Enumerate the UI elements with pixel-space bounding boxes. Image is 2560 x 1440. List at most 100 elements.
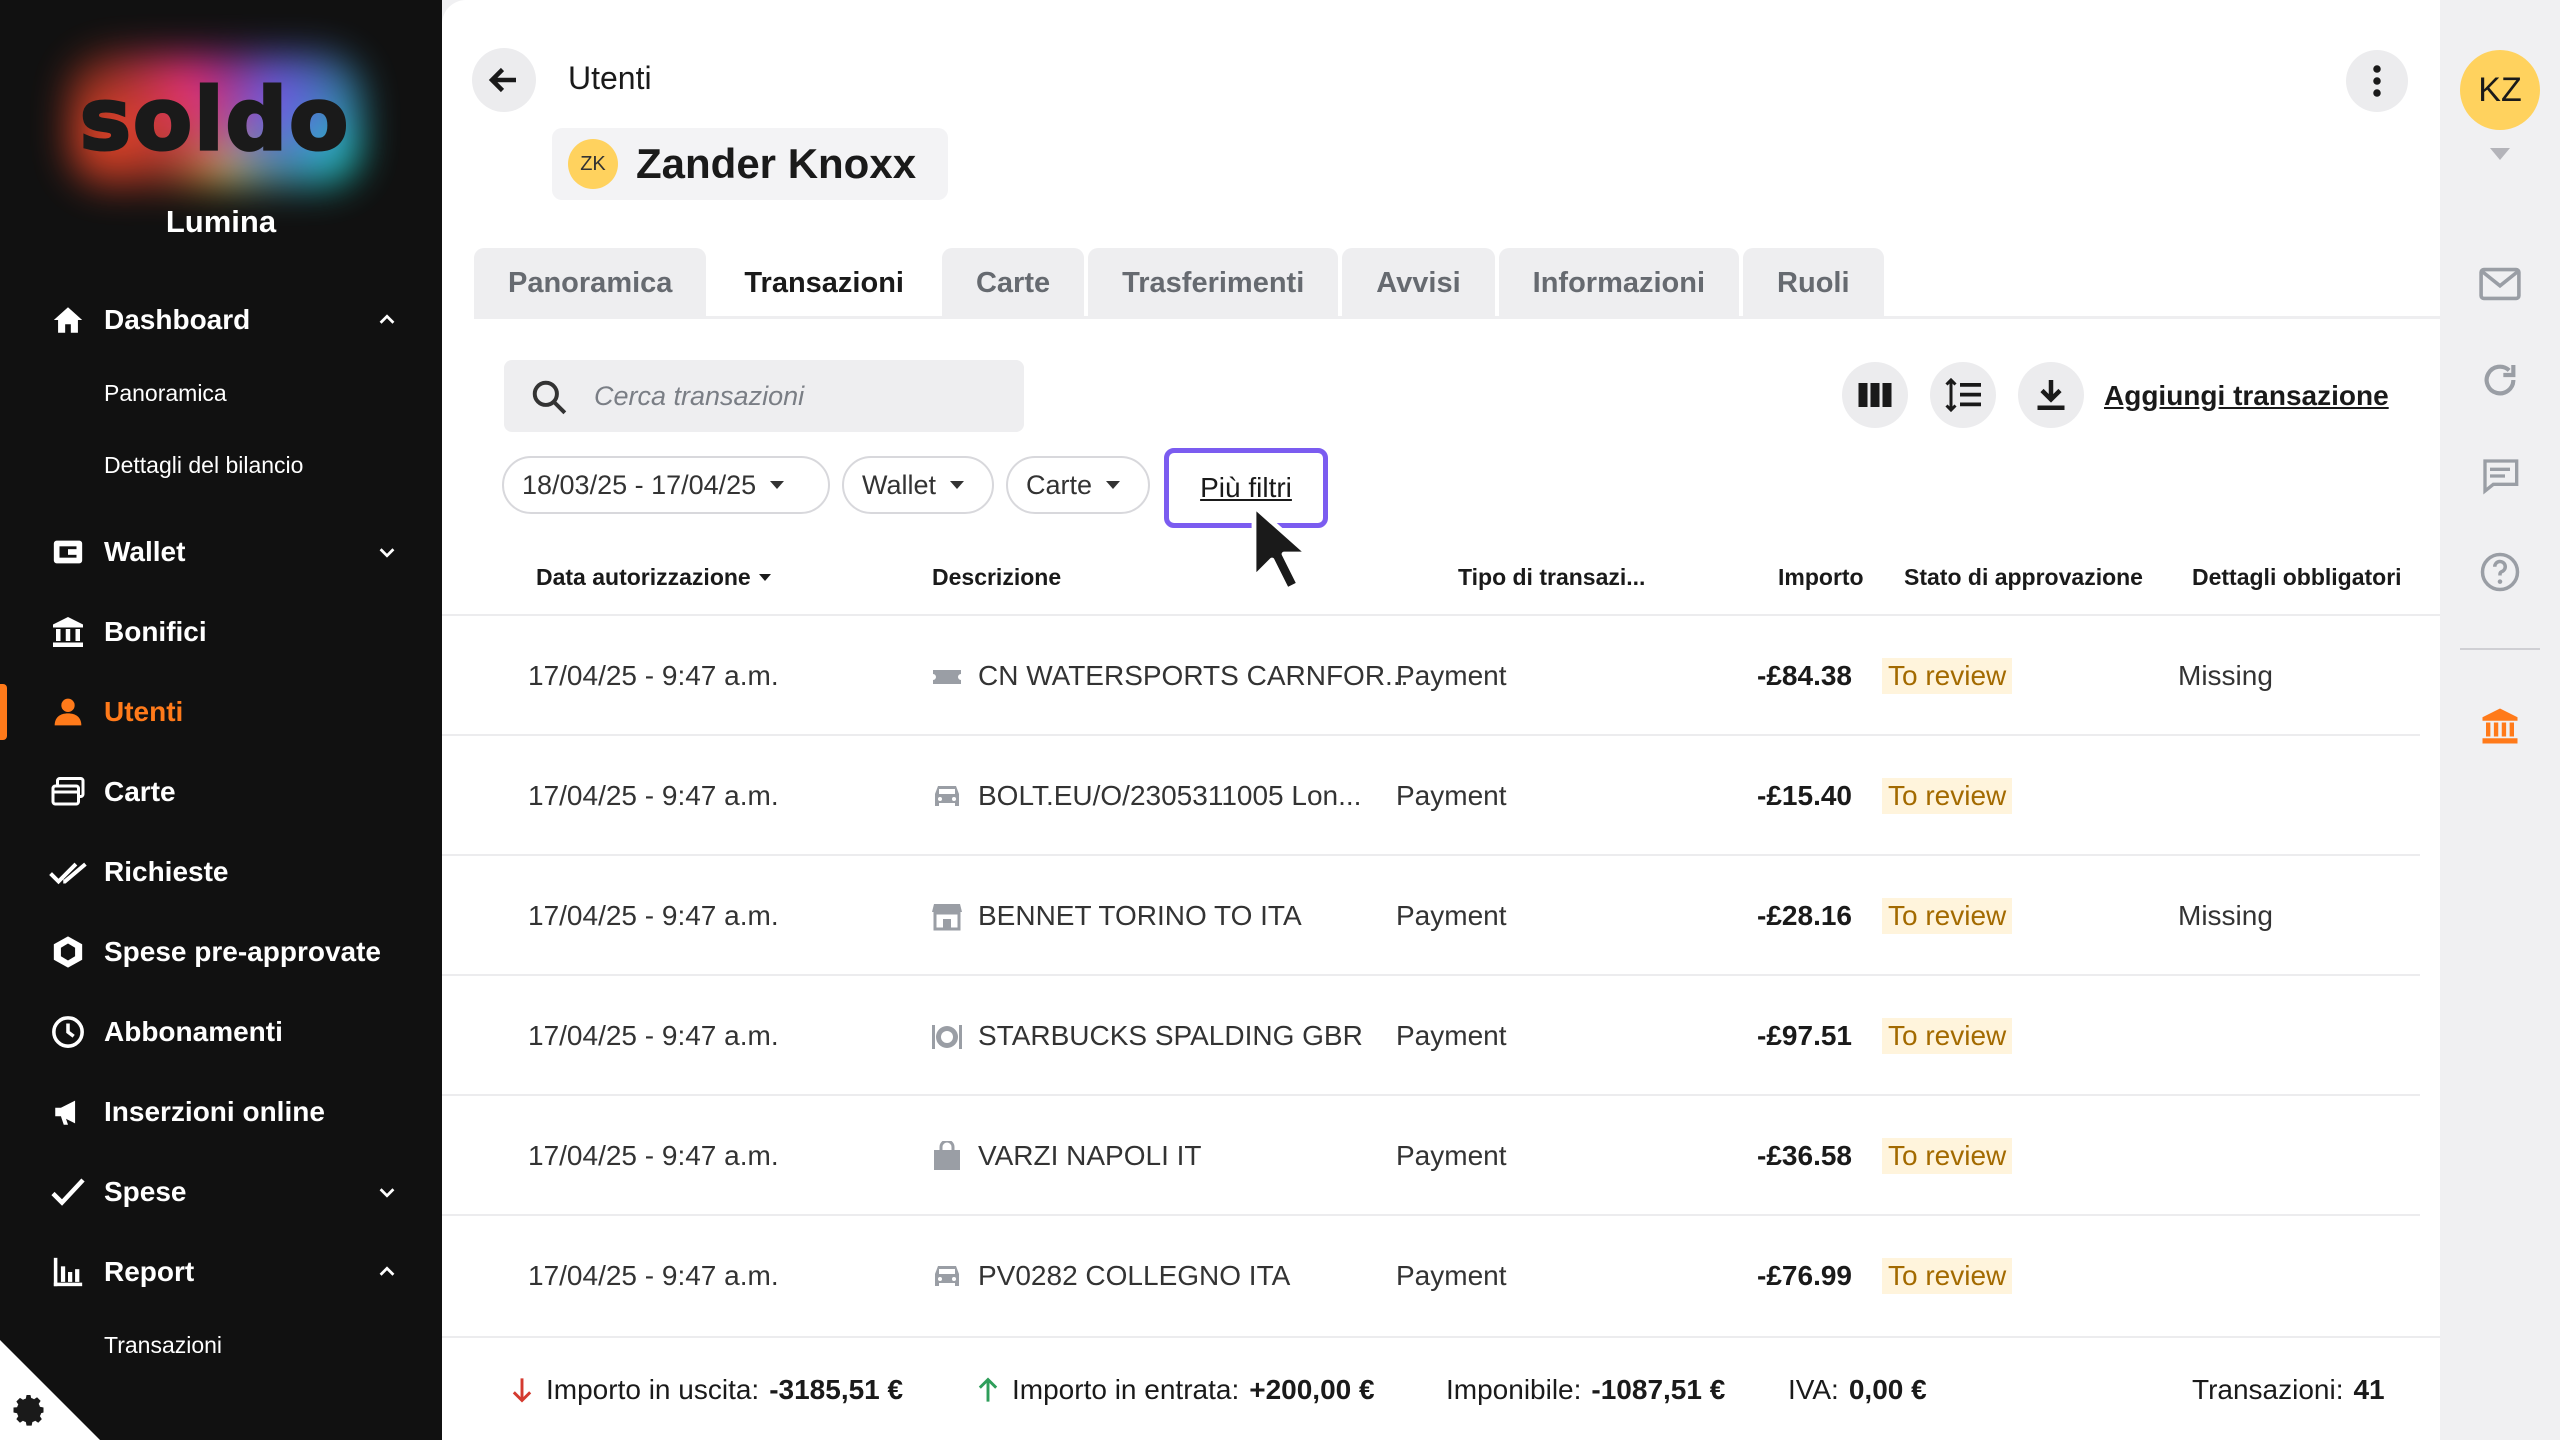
sidebar-item-carte[interactable]: Carte (0, 760, 442, 824)
sidebar-item-report[interactable]: Report (0, 1240, 442, 1304)
table-row[interactable]: 17/04/25 - 9:47 a.m. PV0282 COLLEGNO ITA… (442, 1216, 2440, 1336)
row-details: Missing (2178, 660, 2273, 691)
wallet-filter[interactable]: Wallet (842, 456, 994, 514)
hexagon-icon (48, 932, 88, 972)
column-header-date[interactable]: Data autorizzazione (536, 564, 771, 591)
chevron-up-icon[interactable] (372, 305, 402, 335)
table-row[interactable]: 17/04/25 - 9:47 a.m. VARZI NAPOLI IT Pay… (442, 1096, 2440, 1216)
account-menu-caret-icon[interactable] (2490, 148, 2510, 160)
status-badge: To review (1882, 658, 2013, 694)
ticket-icon (930, 659, 964, 693)
row-amount: -£97.51 (1757, 1020, 1852, 1051)
chevron-up-icon[interactable] (372, 1257, 402, 1287)
incoming-value: +200,00 € (1249, 1374, 1375, 1405)
sidebar-subitem-panoramica[interactable]: Panoramica (104, 380, 227, 407)
row-status: To review (1882, 736, 2013, 856)
org-name: Lumina (165, 204, 277, 239)
arrow-down-icon (512, 1378, 532, 1403)
row-description: BOLT.EU/O/2305311005 Lon... (930, 736, 1361, 856)
count-label: Transazioni: (2192, 1374, 2344, 1405)
column-header-approval-status[interactable]: Stato di approvazione (1904, 564, 2143, 591)
rail-divider (2460, 648, 2540, 650)
sidebar-item-label: Carte (104, 776, 176, 807)
tab-ruoli[interactable]: Ruoli (1743, 248, 1884, 318)
vat-summary: IVA: 0,00 € (1788, 1374, 1927, 1406)
table-row[interactable]: 17/04/25 - 9:47 a.m. BOLT.EU/O/230531100… (442, 736, 2440, 856)
column-header-label: Importo (1778, 564, 1864, 590)
help-icon[interactable] (2476, 548, 2524, 596)
mail-icon[interactable] (2476, 260, 2524, 308)
tab-trasferimenti[interactable]: Trasferimenti (1088, 248, 1339, 318)
refresh-icon[interactable] (2476, 356, 2524, 404)
chevron-down-icon[interactable] (372, 537, 402, 567)
column-header-amount[interactable]: Importo (1778, 564, 1864, 591)
sidebar-item-label: Inserzioni online (104, 1096, 325, 1127)
sidebar-item-label: Dashboard (104, 304, 251, 335)
row-description-text: BOLT.EU/O/2305311005 Lon... (978, 780, 1362, 811)
tab-bar: Panoramica Transazioni Carte Trasferimen… (474, 248, 1888, 318)
date-range-filter[interactable]: 18/03/25 - 17/04/25 (502, 456, 830, 514)
row-amount: -£76.99 (1757, 1260, 1852, 1291)
density-button[interactable] (1930, 362, 1996, 428)
check-icon (48, 1172, 88, 1212)
taxable-label: Imponibile: (1446, 1374, 1582, 1405)
shopping-bag-icon (930, 1139, 964, 1173)
row-amount: -£36.58 (1757, 1140, 1852, 1171)
sidebar-item-spese-pre-approvate[interactable]: Spese pre-approvate (0, 920, 442, 984)
sidebar-item-inserzioni-online[interactable]: Inserzioni online (0, 1080, 442, 1144)
incoming-summary: Importo in entrata: +200,00 € (974, 1374, 1375, 1406)
incoming-label: Importo in entrata: (1012, 1374, 1240, 1405)
sidebar-item-wallet[interactable]: Wallet (0, 520, 442, 584)
account-avatar[interactable]: KZ (2460, 50, 2540, 130)
vat-label: IVA: (1788, 1374, 1839, 1405)
columns-button[interactable] (1842, 362, 1908, 428)
column-header-type[interactable]: Tipo di transazi... (1458, 564, 1645, 591)
sidebar-item-dashboard[interactable]: Dashboard (0, 288, 442, 352)
bank-icon[interactable] (2476, 702, 2524, 750)
brand-logo[interactable]: soldo (50, 40, 380, 200)
search-input[interactable] (594, 360, 1014, 432)
sidebar-subitem-dettagli-bilancio[interactable]: Dettagli del bilancio (104, 452, 303, 479)
more-options-button[interactable] (2346, 50, 2408, 112)
bar-chart-icon (48, 1252, 88, 1292)
column-header-description[interactable]: Descrizione (932, 564, 1061, 591)
sidebar-item-abbonamenti[interactable]: Abbonamenti (0, 1000, 442, 1064)
row-amount: -£15.40 (1757, 780, 1852, 811)
tab-informazioni[interactable]: Informazioni (1498, 248, 1740, 318)
tab-avvisi[interactable]: Avvisi (1342, 248, 1495, 318)
chevron-down-icon[interactable] (372, 1177, 402, 1207)
cards-filter[interactable]: Carte (1006, 456, 1150, 514)
user-avatar: ZK (568, 139, 618, 189)
outgoing-value: -3185,51 € (769, 1374, 904, 1405)
tab-carte[interactable]: Carte (941, 248, 1085, 318)
download-button[interactable] (2018, 362, 2084, 428)
caret-down-icon (1106, 481, 1121, 489)
sidebar-item-richieste[interactable]: Richieste (0, 840, 442, 904)
app-root: soldo Lumina Dashboard Panoramica Dettag… (0, 0, 2560, 1440)
row-status: To review (1882, 616, 2013, 736)
row-date: 17/04/25 - 9:47 a.m. (528, 1020, 779, 1051)
row-description-text: CN WATERSPORTS CARNFOR... (978, 660, 1409, 691)
row-description-text: BENNET TORINO TO ITA (978, 900, 1302, 931)
right-rail: KZ (2440, 0, 2560, 1440)
date-range-value: 18/03/25 - 17/04/25 (522, 469, 757, 500)
table-row[interactable]: 17/04/25 - 9:47 a.m. STARBUCKS SPALDING … (442, 976, 2440, 1096)
sidebar-item-bonifici[interactable]: Bonifici (0, 600, 442, 664)
sidebar-item-spese[interactable]: Spese (0, 1160, 442, 1224)
chat-icon[interactable] (2476, 452, 2524, 500)
add-transaction-link[interactable]: Aggiungi transazione (2104, 380, 2389, 412)
back-button[interactable] (472, 48, 536, 112)
summary-footer: Importo in uscita: -3185,51 € Importo in… (442, 1336, 2440, 1440)
gear-icon[interactable] (12, 1392, 48, 1428)
tab-transazioni[interactable]: Transazioni (710, 248, 938, 318)
table-row[interactable]: 17/04/25 - 9:47 a.m. BENNET TORINO TO IT… (442, 856, 2440, 976)
table-row[interactable]: 17/04/25 - 9:47 a.m. CN WATERSPORTS CARN… (442, 616, 2440, 736)
sidebar-item-utenti[interactable]: Utenti (0, 680, 442, 744)
column-header-label: Descrizione (932, 564, 1062, 590)
row-description: VARZI NAPOLI IT (930, 1096, 1202, 1216)
arrow-up-icon (978, 1377, 998, 1402)
column-header-mandatory-details[interactable]: Dettagli obbligatori (2192, 564, 2402, 591)
tab-panoramica[interactable]: Panoramica (474, 248, 707, 318)
sidebar-subitem-transazioni[interactable]: Transazioni (104, 1332, 222, 1359)
sidebar-item-label: Wallet (104, 536, 186, 567)
